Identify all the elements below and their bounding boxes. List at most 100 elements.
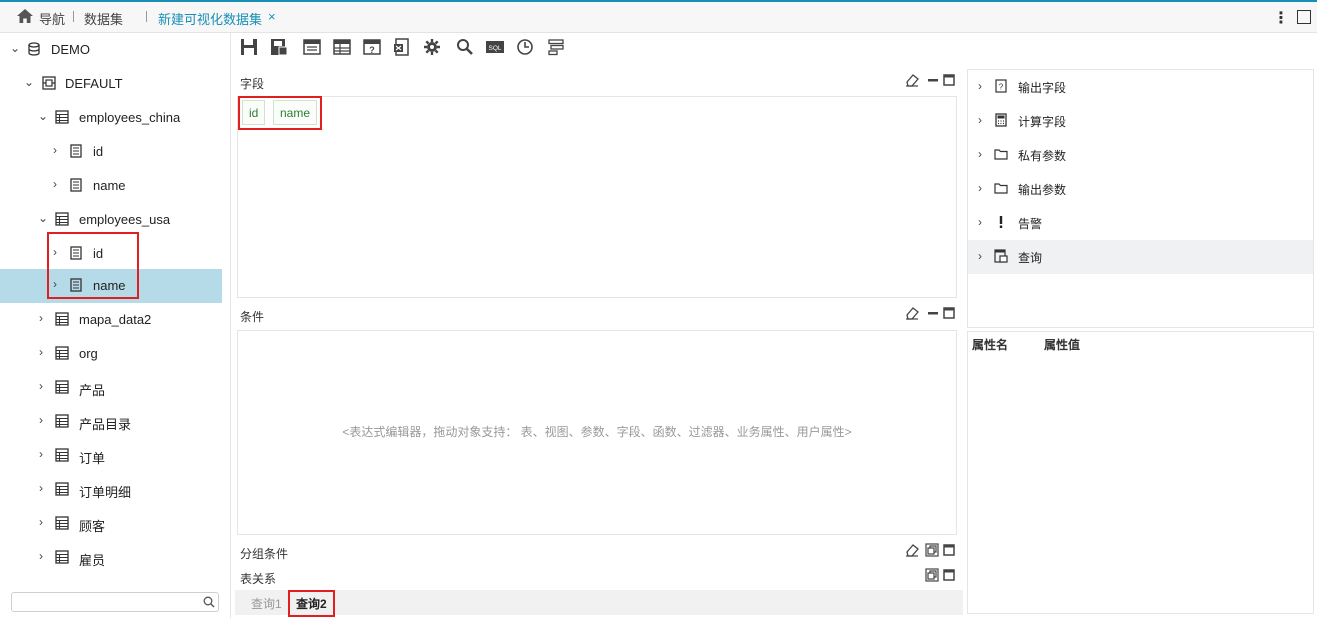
save-as-icon[interactable] [270, 38, 288, 56]
tree-node-default[interactable]: ⌄ DEFAULT [0, 67, 222, 101]
folder-icon [994, 149, 1008, 160]
sql-icon[interactable]: SQL [486, 38, 504, 56]
chevron-right-icon[interactable]: › [39, 380, 49, 392]
restore-icon[interactable] [925, 568, 939, 582]
chevron-down-icon[interactable]: ⌄ [24, 76, 34, 88]
eraser-icon[interactable] [905, 73, 919, 87]
restore-icon[interactable] [925, 543, 939, 557]
top-bar: 导航 数据集 新建可视化数据集 × ⋮ [0, 0, 1317, 33]
chevron-right-icon[interactable]: › [978, 249, 982, 263]
tree-node-customers[interactable]: › 顾客 [0, 507, 222, 541]
highlight-box [238, 96, 322, 130]
tree-node-mapa-data2[interactable]: › mapa_data2 [0, 303, 222, 337]
chevron-right-icon[interactable]: › [39, 448, 49, 460]
tree-label: id [93, 144, 104, 159]
relation-panel-title: 表关系 [240, 572, 277, 586]
exclamation-icon [999, 216, 1003, 228]
right-item-output-fields[interactable]: › ? 输出字段 [968, 70, 1313, 104]
right-item-alerts[interactable]: › 告警 [968, 206, 1313, 240]
help-table-icon[interactable]: ? [363, 38, 381, 56]
chevron-right-icon[interactable]: › [39, 550, 49, 562]
calculator-icon [995, 113, 1007, 127]
tree-node-employees[interactable]: › 雇员 [0, 541, 222, 575]
right-item-output-params[interactable]: › 输出参数 [968, 172, 1313, 206]
layout-icon[interactable] [303, 38, 321, 56]
minimize-icon[interactable] [926, 306, 940, 320]
right-item-label: 输出参数 [1018, 183, 1067, 197]
table-icon [55, 516, 69, 530]
maximize-icon[interactable] [942, 73, 956, 87]
table-icon [55, 212, 69, 226]
chevron-right-icon[interactable]: › [978, 79, 982, 93]
tree-node-field-name[interactable]: › name [0, 169, 222, 203]
fields-panel-title: 字段 [240, 77, 265, 91]
right-item-calculated-fields[interactable]: › 计算字段 [968, 104, 1313, 138]
maximize-icon[interactable] [1297, 10, 1311, 24]
export-icon[interactable] [393, 38, 411, 56]
chevron-right-icon[interactable]: › [978, 113, 982, 127]
highlight-box [288, 590, 335, 617]
chevron-right-icon[interactable]: › [978, 181, 982, 195]
sql-icon-text: SQL [488, 45, 501, 52]
right-item-private-params[interactable]: › 私有参数 [968, 138, 1313, 172]
chevron-right-icon[interactable]: › [53, 178, 63, 190]
right-item-query-selected[interactable]: › 查询 [968, 240, 1313, 274]
tree-node-employees-china[interactable]: ⌄ employees_china [0, 101, 222, 135]
tree-search-input[interactable] [11, 592, 219, 612]
search-icon[interactable] [203, 596, 215, 608]
tree-label: 产品 [79, 383, 106, 398]
table-icon [55, 110, 69, 124]
tree-label: 订单 [79, 451, 106, 466]
condition-editor[interactable]: <表达式编辑器，拖动对象支持： 表、视图、参数、字段、函数、过滤器、业务属性、用… [237, 330, 957, 535]
tree-node-order-details[interactable]: › 订单明细 [0, 473, 222, 507]
tree-label: employees_china [79, 110, 181, 125]
tree-label: mapa_data2 [79, 312, 152, 327]
chevron-down-icon[interactable]: ⌄ [10, 42, 20, 54]
table-layout-icon[interactable] [333, 38, 351, 56]
tree-node-orders[interactable]: › 订单 [0, 439, 222, 473]
chevron-right-icon[interactable]: › [39, 482, 49, 494]
maximize-icon[interactable] [942, 543, 956, 557]
tree-label: DEMO [51, 42, 90, 57]
fields-panel[interactable] [237, 96, 957, 298]
query-icon [994, 249, 1008, 263]
filter-settings-icon[interactable] [547, 38, 565, 56]
tree-node-demo[interactable]: ⌄ DEMO [0, 33, 222, 67]
more-options-icon[interactable]: ⋮ [1273, 8, 1289, 28]
field-icon [70, 144, 82, 158]
nav-link[interactable]: 导航 [39, 9, 65, 28]
table-icon [55, 482, 69, 496]
minimize-icon[interactable] [926, 73, 940, 87]
save-icon[interactable] [240, 38, 258, 56]
tree-node-field-id[interactable]: › id [0, 135, 222, 169]
eraser-icon[interactable] [905, 543, 919, 557]
right-item-label: 计算字段 [1018, 115, 1067, 129]
history-icon[interactable] [516, 38, 534, 56]
chevron-down-icon[interactable]: ⌄ [38, 110, 48, 122]
tree-node-products[interactable]: › 产品 [0, 371, 222, 405]
close-tab-icon[interactable]: × [268, 9, 276, 24]
chevron-right-icon[interactable]: › [39, 312, 49, 324]
chevron-right-icon[interactable]: › [39, 346, 49, 358]
divider [73, 11, 74, 22]
divider [146, 11, 147, 22]
chevron-right-icon[interactable]: › [39, 516, 49, 528]
eraser-icon[interactable] [905, 306, 919, 320]
table-icon [55, 414, 69, 428]
settings-icon[interactable] [423, 38, 441, 56]
maximize-icon[interactable] [942, 568, 956, 582]
chevron-right-icon[interactable]: › [978, 147, 982, 161]
dataset-link[interactable]: 数据集 [84, 9, 123, 28]
search-icon[interactable] [456, 38, 474, 56]
chevron-right-icon[interactable]: › [53, 144, 63, 156]
tree-node-org[interactable]: › org [0, 337, 222, 371]
tab-query1[interactable]: 查询1 [251, 595, 282, 612]
home-icon[interactable] [17, 9, 33, 23]
chevron-right-icon[interactable]: › [978, 215, 982, 229]
chevron-down-icon[interactable]: ⌄ [38, 212, 48, 224]
maximize-icon[interactable] [942, 306, 956, 320]
chevron-right-icon[interactable]: › [39, 414, 49, 426]
query-tab-bar [235, 590, 963, 615]
tree-node-product-catalog[interactable]: › 产品目录 [0, 405, 222, 439]
tab-new-visual-dataset[interactable]: 新建可视化数据集 [158, 9, 262, 28]
